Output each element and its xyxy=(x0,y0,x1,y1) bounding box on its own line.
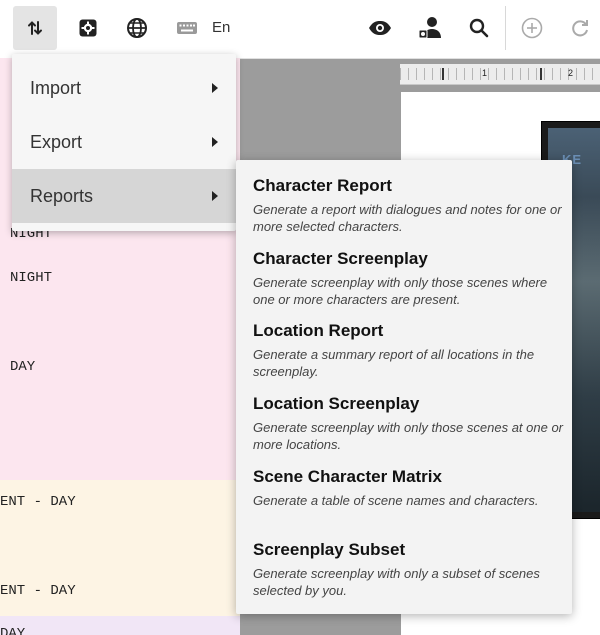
reports-submenu: Character Report Generate a report with … xyxy=(236,160,572,614)
ruler-marker[interactable] xyxy=(442,68,444,80)
chevron-right-icon xyxy=(212,137,218,147)
menu-item-label: Import xyxy=(30,77,82,98)
scene-heading-line: NIGHT xyxy=(10,270,53,286)
report-title: Character Report xyxy=(253,176,392,195)
globe-icon xyxy=(126,17,148,39)
scene-block[interactable] xyxy=(0,616,240,635)
toolbar-divider xyxy=(505,6,506,50)
report-item-character-report[interactable]: Character Report Generate a report with … xyxy=(253,175,563,235)
sort-arrows-icon xyxy=(26,19,44,37)
add-button[interactable] xyxy=(510,6,554,50)
scene-heading-line: ENT - DAY xyxy=(0,583,76,599)
characters-button[interactable] xyxy=(408,6,452,50)
report-description: Generate screenplay with only a subset o… xyxy=(253,566,540,598)
search-button[interactable] xyxy=(457,6,501,50)
search-icon xyxy=(469,18,489,38)
preview-button[interactable] xyxy=(358,6,402,50)
report-description: Generate a summary report of all locatio… xyxy=(253,347,535,379)
keyboard-button[interactable] xyxy=(165,6,209,50)
ruler-marker[interactable] xyxy=(540,68,542,80)
scene-heading-line: ENT - DAY xyxy=(0,494,76,510)
add-icon xyxy=(521,17,543,39)
import-export-button[interactable] xyxy=(13,6,57,50)
redo-button[interactable] xyxy=(558,6,600,50)
report-item-location-screenplay[interactable]: Location Screenplay Generate screenplay … xyxy=(253,393,563,453)
report-description: Generate a report with dialogues and not… xyxy=(253,202,562,234)
report-description: Generate screenplay with only those scen… xyxy=(253,420,564,452)
settings-button[interactable] xyxy=(66,6,110,50)
report-title: Screenplay Subset xyxy=(253,540,406,559)
report-item-scene-character-matrix[interactable]: Scene Character Matrix Generate a table … xyxy=(253,466,563,509)
menu-item-import[interactable]: Import xyxy=(12,61,236,115)
scene-heading-line: DAY xyxy=(10,359,36,375)
menu-item-reports[interactable]: Reports xyxy=(12,169,236,223)
language-button[interactable] xyxy=(115,6,159,50)
redo-icon xyxy=(570,18,590,38)
report-description: Generate a table of scene names and char… xyxy=(253,493,539,508)
menu-item-export[interactable]: Export xyxy=(12,115,236,169)
ruler[interactable]: 1 2 xyxy=(400,64,600,85)
report-title: Character Screenplay xyxy=(253,249,428,268)
chevron-right-icon xyxy=(212,83,218,93)
users-icon xyxy=(417,16,443,40)
language-label[interactable]: En xyxy=(212,19,230,36)
report-item-screenplay-subset[interactable]: Screenplay Subset Generate screenplay wi… xyxy=(253,539,563,599)
chevron-right-icon xyxy=(212,191,218,201)
report-title: Location Screenplay xyxy=(253,394,420,413)
scene-heading-line: DAY xyxy=(0,626,26,635)
menu-item-label: Reports xyxy=(30,185,94,206)
settings-icon xyxy=(78,18,98,38)
toolbar: En xyxy=(0,0,600,59)
ruler-number: 2 xyxy=(568,68,574,78)
report-title: Scene Character Matrix xyxy=(253,467,442,486)
ruler-number: 1 xyxy=(482,68,488,78)
eye-icon xyxy=(368,20,392,36)
menu-item-label: Export xyxy=(30,131,83,152)
import-export-menu: Import Export Reports xyxy=(12,54,236,231)
report-description: Generate screenplay with only those scen… xyxy=(253,275,548,307)
report-item-character-screenplay[interactable]: Character Screenplay Generate screenplay… xyxy=(253,248,563,308)
keyboard-icon xyxy=(176,20,198,36)
report-item-location-report[interactable]: Location Report Generate a summary repor… xyxy=(253,320,563,380)
report-title: Location Report xyxy=(253,321,384,340)
